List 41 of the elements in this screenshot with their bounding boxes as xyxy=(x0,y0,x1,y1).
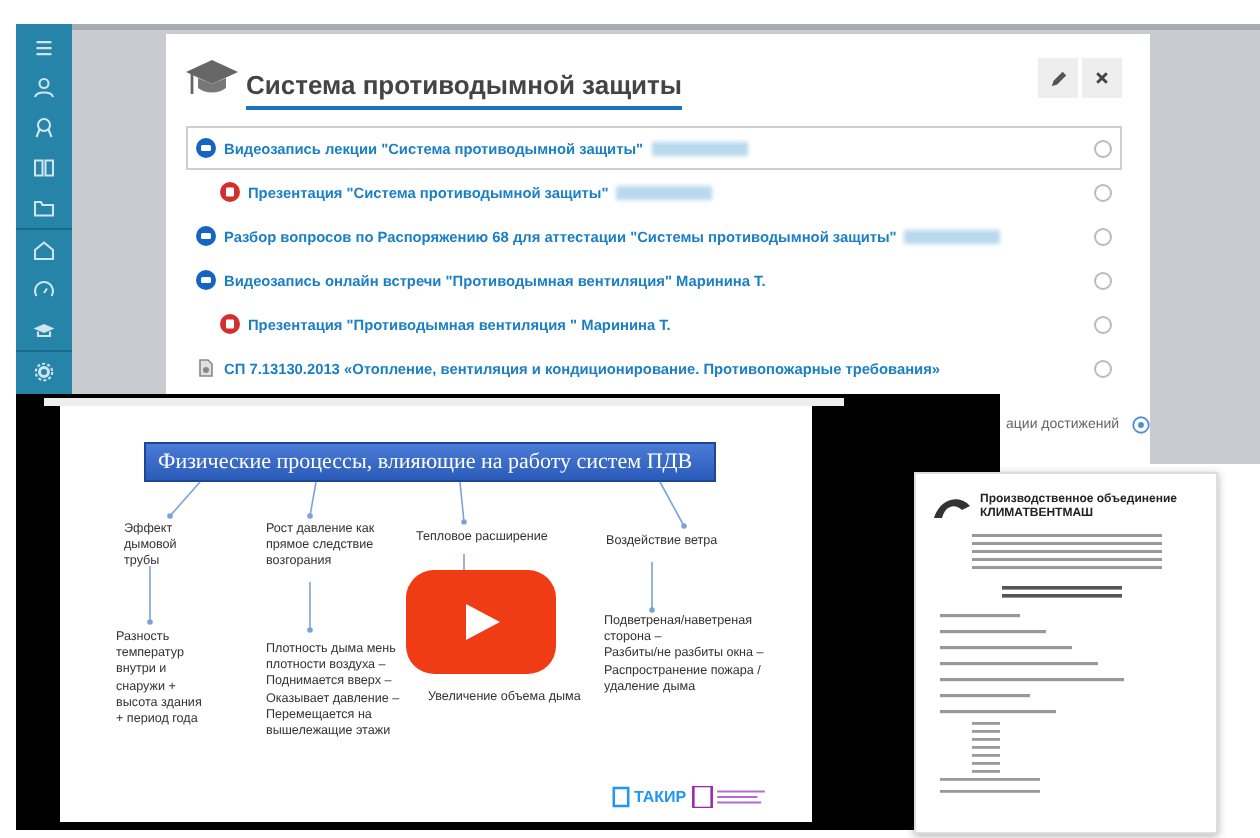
help-icon[interactable] xyxy=(1131,416,1150,434)
close-button[interactable] xyxy=(1082,58,1122,98)
presentation-icon xyxy=(220,182,240,202)
edit-button[interactable] xyxy=(1038,58,1078,98)
arrow xyxy=(659,481,687,529)
presentation-icon xyxy=(220,314,240,334)
gauge-icon[interactable] xyxy=(32,278,56,302)
logo-icon xyxy=(690,786,771,808)
arrow xyxy=(307,481,317,519)
arrow xyxy=(459,481,467,525)
award-icon[interactable] xyxy=(32,116,56,140)
video-icon xyxy=(196,270,216,290)
slide-title: Физические процессы, влияющие на работу систем ПДВ xyxy=(144,442,716,482)
dialog-title: Система противодымной защиты xyxy=(246,70,682,110)
video-icon xyxy=(196,138,216,158)
logo-icon xyxy=(612,786,630,808)
completion-radio[interactable] xyxy=(1094,359,1112,377)
video-icon xyxy=(196,226,216,246)
completion-radio[interactable] xyxy=(1094,271,1112,289)
logo-text: ТАКИР xyxy=(634,788,687,806)
book-icon[interactable] xyxy=(32,156,56,180)
folder-icon[interactable] xyxy=(32,196,56,220)
play-button[interactable] xyxy=(406,570,556,674)
document-icon xyxy=(196,358,216,378)
completion-radio[interactable] xyxy=(1094,315,1112,333)
company-logo-icon xyxy=(932,494,972,523)
close-icon xyxy=(1094,70,1110,86)
pencil-icon xyxy=(1049,69,1067,87)
graduation-cap-icon[interactable] xyxy=(32,318,56,342)
home-icon[interactable] xyxy=(32,238,56,262)
arrow xyxy=(147,565,153,625)
play-icon xyxy=(461,600,501,644)
settings-icon[interactable] xyxy=(32,360,56,384)
arrow xyxy=(649,561,655,613)
menu-icon[interactable] xyxy=(32,36,56,60)
arrow xyxy=(307,581,313,633)
completion-radio[interactable] xyxy=(1094,227,1112,245)
arrow xyxy=(167,481,201,519)
completion-radio[interactable] xyxy=(1094,139,1112,157)
completion-radio[interactable] xyxy=(1094,183,1112,201)
user-icon[interactable] xyxy=(32,76,56,100)
